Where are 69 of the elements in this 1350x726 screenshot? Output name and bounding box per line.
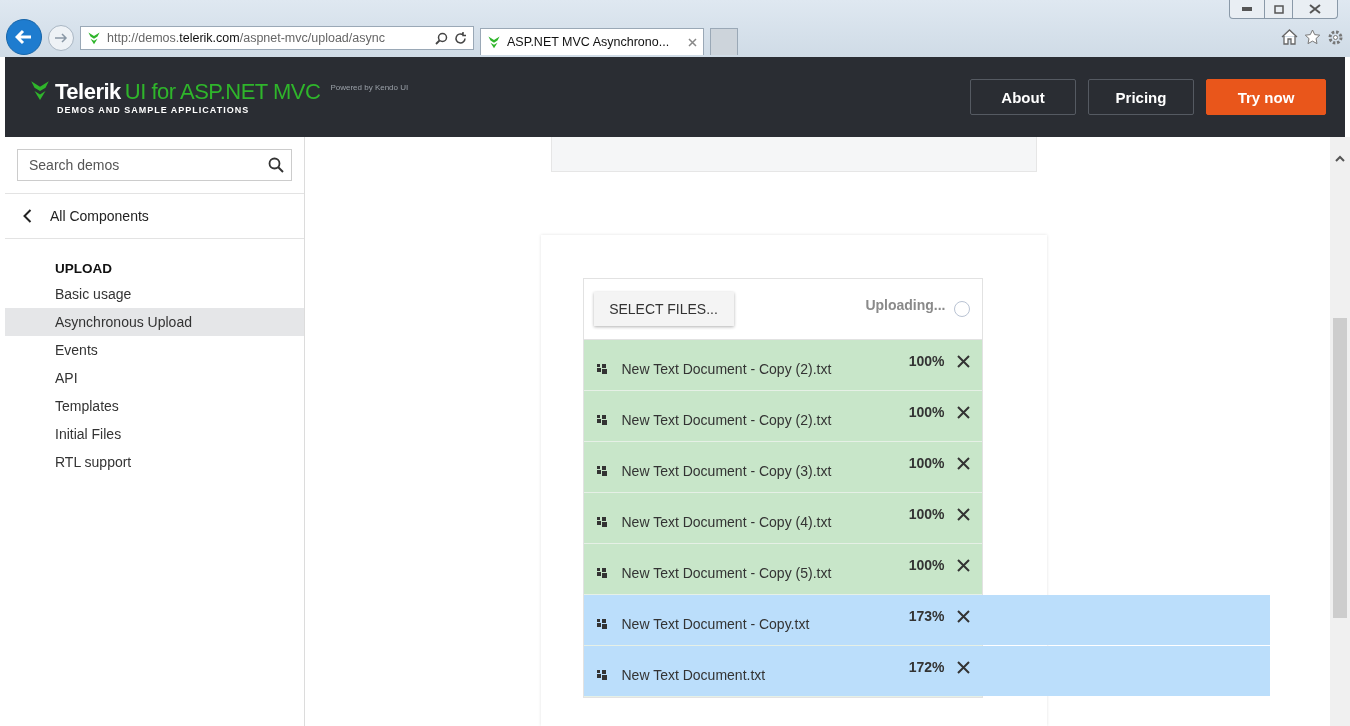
file-icon bbox=[596, 670, 607, 681]
powered-by-text: Powered by Kendo UI bbox=[330, 83, 409, 92]
remove-button[interactable] bbox=[956, 660, 970, 674]
logo-icon bbox=[487, 35, 501, 49]
file-icon bbox=[596, 568, 607, 579]
file-icon bbox=[596, 364, 607, 375]
file-name: New Text Document.txt bbox=[621, 667, 767, 684]
nav-button[interactable]: Try now bbox=[1206, 79, 1326, 115]
chevron-left-icon[interactable] bbox=[23, 209, 32, 223]
nav-button[interactable]: Pricing bbox=[1088, 79, 1194, 115]
remove-button[interactable] bbox=[956, 609, 970, 623]
upload-percent: 100% bbox=[908, 557, 945, 574]
refresh-icon[interactable] bbox=[454, 31, 467, 45]
nav-button[interactable]: About bbox=[970, 79, 1076, 115]
search-field[interactable]: Search demos bbox=[17, 149, 292, 181]
sidebar-item[interactable]: Initial Files bbox=[5, 420, 304, 448]
upload-percent: 100% bbox=[908, 353, 945, 370]
remove-button[interactable] bbox=[956, 558, 970, 572]
logo-icon bbox=[87, 31, 101, 45]
sidebar-item[interactable]: Asynchronous Upload bbox=[5, 308, 304, 336]
search-icon[interactable] bbox=[435, 31, 448, 45]
brand-name: Telerik bbox=[55, 79, 121, 105]
all-components-link[interactable]: All Components bbox=[50, 208, 149, 224]
home-icon[interactable] bbox=[1281, 29, 1298, 45]
sidebar-item[interactable]: API bbox=[5, 364, 304, 392]
maximize-icon bbox=[1273, 4, 1284, 14]
arrow-left-icon bbox=[15, 28, 33, 46]
upload-percent: 173% bbox=[908, 608, 945, 625]
file-name: New Text Document - Copy.txt bbox=[621, 616, 811, 633]
sidebar-item[interactable]: Events bbox=[5, 336, 304, 364]
remove-button[interactable] bbox=[956, 507, 970, 521]
upload-percent: 100% bbox=[908, 455, 945, 472]
scrollbar[interactable] bbox=[1330, 137, 1350, 726]
file-icon bbox=[596, 415, 607, 426]
file-icon bbox=[596, 619, 607, 630]
sidebar-item[interactable]: Templates bbox=[5, 392, 304, 420]
address-bar[interactable]: http://demos.telerik.com/aspnet-mvc/upload/async bbox=[80, 26, 474, 50]
sidebar-item[interactable]: RTL support bbox=[5, 448, 304, 476]
close-icon[interactable] bbox=[688, 37, 697, 47]
upload-percent: 100% bbox=[908, 506, 945, 523]
remove-button[interactable] bbox=[956, 456, 970, 470]
settings-icon[interactable] bbox=[1327, 29, 1344, 46]
file-name: New Text Document - Copy (3).txt bbox=[621, 463, 833, 480]
back-button[interactable] bbox=[6, 19, 42, 55]
scroll-up-icon[interactable] bbox=[1335, 155, 1345, 162]
file-icon bbox=[596, 466, 607, 477]
arrow-right-icon bbox=[54, 31, 68, 45]
upload-percent: 172% bbox=[908, 659, 945, 676]
product-name: UI for ASP.NET MVC bbox=[124, 79, 321, 105]
remove-button[interactable] bbox=[956, 405, 970, 419]
file-name: New Text Document - Copy (2).txt bbox=[621, 412, 833, 429]
logo-icon bbox=[29, 79, 51, 101]
file-name: New Text Document - Copy (5).txt bbox=[621, 565, 833, 582]
file-name: New Text Document - Copy (4).txt bbox=[621, 514, 833, 531]
file-name: New Text Document - Copy (2).txt bbox=[621, 361, 833, 378]
file-icon bbox=[596, 517, 607, 528]
browser-tab[interactable]: ASP.NET MVC Asynchrono... bbox=[480, 28, 704, 55]
scrollbar-thumb[interactable] bbox=[1333, 318, 1347, 618]
minimize-icon bbox=[1242, 7, 1252, 11]
tagline: DEMOS AND SAMPLE APPLICATIONS bbox=[57, 105, 251, 115]
remove-button[interactable] bbox=[956, 354, 970, 368]
upload-status: Uploading... bbox=[865, 297, 946, 314]
upload-percent: 100% bbox=[908, 404, 945, 421]
select-files-button[interactable]: SELECT FILES... bbox=[593, 292, 734, 327]
section-heading: UPLOAD bbox=[54, 260, 113, 278]
sidebar-item[interactable]: Basic usage bbox=[5, 280, 304, 308]
close-icon bbox=[1309, 4, 1321, 14]
star-icon[interactable] bbox=[1304, 29, 1321, 45]
search-icon[interactable] bbox=[268, 157, 284, 173]
